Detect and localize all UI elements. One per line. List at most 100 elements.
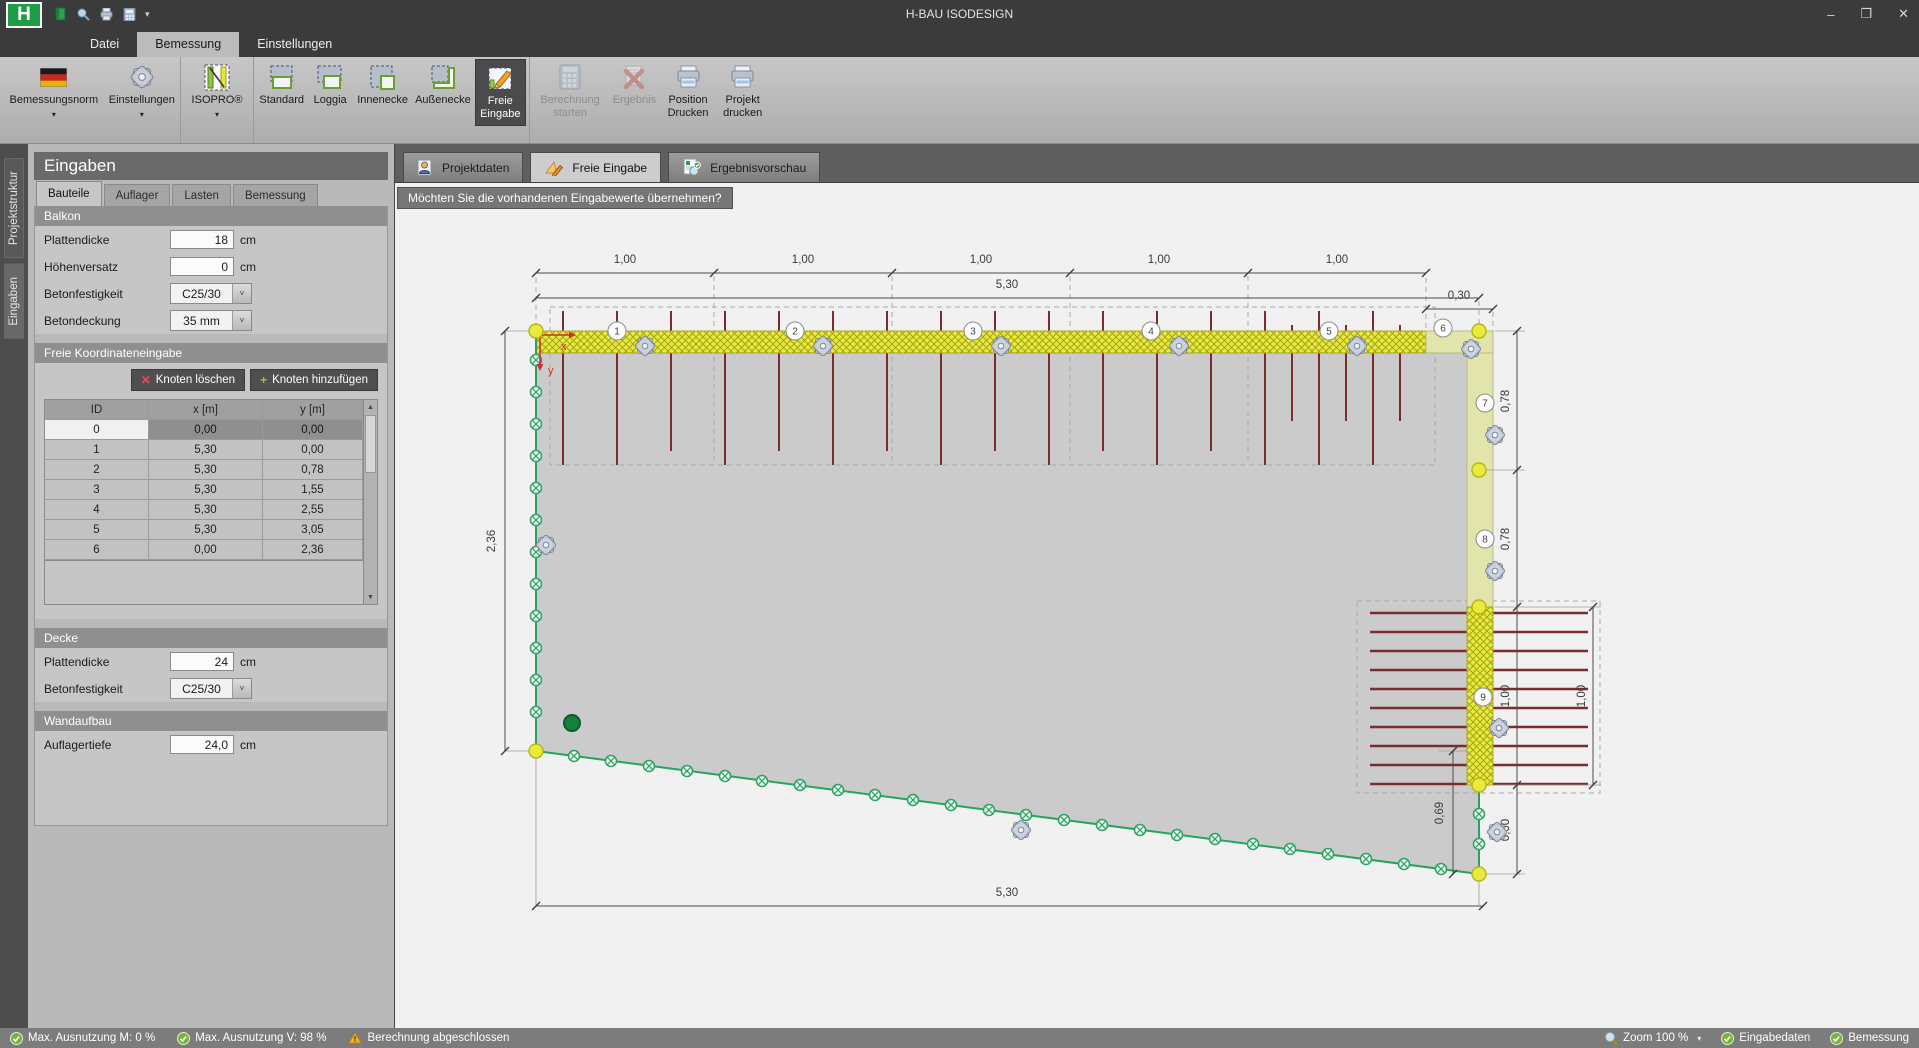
table-header-row: ID x [m] y [m]	[45, 400, 363, 420]
zoom-control[interactable]: Zoom 100 % ▾	[1604, 1031, 1701, 1045]
cad-drawing[interactable]: 1,00 1,00 1,00 1,00 1,00 5,30 0,30 2,36 …	[395, 183, 1917, 1028]
search-icon[interactable]	[76, 7, 90, 21]
unit-label: cm	[240, 655, 256, 669]
element-badge[interactable]: 2	[786, 322, 804, 340]
calculator-icon[interactable]	[123, 8, 136, 21]
element-badge[interactable]: 6	[1434, 319, 1452, 337]
decke-plattendicke-input[interactable]: 24	[170, 652, 234, 671]
inner-corner-icon	[369, 62, 396, 92]
element-badge[interactable]: 9	[1474, 688, 1492, 706]
loggia-icon	[316, 62, 344, 92]
element-badge[interactable]: 1	[608, 322, 626, 340]
svg-text:7: 7	[1482, 399, 1488, 410]
sidebar-tab-eingaben[interactable]: Eingaben	[4, 264, 24, 339]
tab-lasten[interactable]: Lasten	[172, 184, 231, 206]
einstellungen-button[interactable]: Einstellungen ▾	[107, 59, 177, 126]
table-row[interactable]: 2 5,30 0,78	[45, 460, 363, 480]
innenecke-button[interactable]: Innenecke	[354, 59, 411, 126]
chevron-down-icon[interactable]: ˅	[232, 679, 251, 698]
input-values-tooltip: Möchten Sie die vorhandenen Eingabewerte…	[397, 187, 733, 209]
dropdown-caret-icon: ▾	[52, 110, 56, 119]
element-badge[interactable]: 3	[964, 322, 982, 340]
result-cancel-icon	[621, 62, 647, 92]
gear-icon[interactable]	[1010, 819, 1031, 840]
check-circle-icon	[10, 1032, 23, 1045]
element-badge[interactable]: 5	[1320, 322, 1338, 340]
knoten-hinzufuegen-button[interactable]: + Knoten hinzufügen	[250, 369, 378, 391]
hoehenversatz-input[interactable]: 0	[170, 257, 234, 276]
table-row[interactable]: 6 0,00 2,36	[45, 540, 363, 560]
tab-bemessung[interactable]: Bemessung	[137, 32, 239, 57]
standard-button[interactable]: Standard	[257, 59, 306, 126]
tab-projektdaten[interactable]: Projektdaten	[403, 152, 523, 182]
berechnung-starten-button: Berechnung starten	[533, 59, 607, 126]
position-drucken-button[interactable]: Position Drucken	[662, 59, 715, 126]
decke-betonfestigkeit-dropdown[interactable]: C25/30 ˅	[170, 678, 252, 699]
isopro-button[interactable]: ISOPRO® ▾	[184, 59, 250, 126]
tab-auflager[interactable]: Auflager	[104, 184, 171, 206]
tab-bauteile[interactable]: Bauteile	[36, 181, 102, 206]
tab-ergebnisvorschau[interactable]: Ergebnisvorschau	[668, 152, 820, 182]
section-balkon: Balkon Plattendicke 18 cm Höhenversatz 0…	[35, 206, 387, 334]
tab-datei[interactable]: Datei	[72, 32, 137, 57]
table-row[interactable]: 4 5,30 2,55	[45, 500, 363, 520]
knoten-loeschen-button[interactable]: ✕ Knoten löschen	[131, 369, 245, 391]
balcony-slab[interactable]	[536, 331, 1479, 874]
dropdown-caret-icon: ▾	[215, 110, 219, 119]
table-row[interactable]: 3 5,30 1,55	[45, 480, 363, 500]
section-wandaufbau: Wandaufbau Auflagertiefe 24,0 cm	[35, 711, 387, 758]
svg-text:5: 5	[1326, 327, 1332, 338]
table-row[interactable]: 5 5,30 3,05	[45, 520, 363, 540]
auflagertiefe-input[interactable]: 24,0	[170, 735, 234, 754]
chevron-down-icon[interactable]: ˅	[232, 311, 251, 330]
drawing-canvas[interactable]: Möchten Sie die vorhandenen Eingabewerte…	[395, 182, 1919, 1028]
ergebnis-button: Ergebnis	[609, 59, 660, 126]
scrollbar-thumb[interactable]	[365, 415, 376, 473]
svg-text:3: 3	[970, 327, 976, 338]
sidebar-tab-projektstruktur[interactable]: Projektstruktur	[4, 158, 24, 258]
point-support-node[interactable]	[564, 715, 580, 731]
svg-text:0,30: 0,30	[1448, 290, 1470, 302]
check-circle-icon	[1830, 1032, 1843, 1045]
svg-text:4: 4	[1148, 327, 1154, 338]
bemessungsnorm-button[interactable]: Bemessungsnorm ▾	[3, 59, 105, 126]
close-button[interactable]: ✕	[1898, 6, 1909, 22]
betonfestigkeit-dropdown[interactable]: C25/30 ˅	[170, 283, 252, 304]
restore-button[interactable]: ❐	[1860, 6, 1872, 22]
chevron-down-icon[interactable]: ˅	[232, 284, 251, 303]
print-icon[interactable]	[99, 8, 114, 21]
svg-text:1: 1	[614, 327, 620, 338]
tab-bemessung[interactable]: Bemessung	[233, 184, 318, 206]
svg-text:2: 2	[792, 327, 798, 338]
zoom-icon	[1604, 1031, 1618, 1045]
section-koordinaten: Freie Koordinateneingabe ✕ Knoten lösche…	[35, 343, 387, 619]
title-bar: H ▾ H-BAU ISODESIGN – ❐ ✕	[0, 0, 1919, 28]
scroll-down-icon[interactable]: ▼	[367, 590, 374, 604]
table-row[interactable]: 1 5,30 0,00	[45, 440, 363, 460]
section-header: Decke	[35, 628, 387, 648]
element-badge[interactable]: 7	[1476, 394, 1494, 412]
tab-einstellungen[interactable]: Einstellungen	[239, 32, 350, 57]
loggia-button[interactable]: Loggia	[308, 59, 352, 126]
book-icon[interactable]	[54, 7, 67, 21]
ribbon-group-balkonsystem: Standard Loggia Innenecke Außenecke	[254, 57, 530, 143]
betondeckung-dropdown[interactable]: 35 mm ˅	[170, 310, 252, 331]
projekt-drucken-button[interactable]: Projekt drucken	[716, 59, 769, 126]
chevron-down-icon[interactable]: ▾	[1697, 1034, 1701, 1043]
element-badge[interactable]: 4	[1142, 322, 1160, 340]
unit-label: cm	[240, 260, 256, 274]
freie-eingabe-button[interactable]: Freie Eingabe	[475, 59, 526, 126]
toolbar-caret-icon[interactable]: ▾	[145, 9, 150, 20]
table-row[interactable]: 0 0,00 0,00	[45, 420, 363, 440]
free-input-pencil-icon	[487, 63, 514, 93]
plattendicke-input[interactable]: 18	[170, 230, 234, 249]
table-scrollbar[interactable]: ▲ ▼	[364, 399, 378, 605]
section-header: Balkon	[35, 206, 387, 226]
element-badge[interactable]: 8	[1476, 530, 1494, 548]
ribbon-group-daemmstaerke: ISOPRO® ▾	[181, 57, 254, 143]
aussenecke-button[interactable]: Außenecke	[413, 59, 472, 126]
scroll-up-icon[interactable]: ▲	[367, 400, 374, 414]
side-tab-strip: Projektstruktur Eingaben	[0, 144, 28, 1028]
tab-freie-eingabe[interactable]: Freie Eingabe	[530, 152, 661, 182]
minimize-button[interactable]: –	[1827, 7, 1834, 22]
